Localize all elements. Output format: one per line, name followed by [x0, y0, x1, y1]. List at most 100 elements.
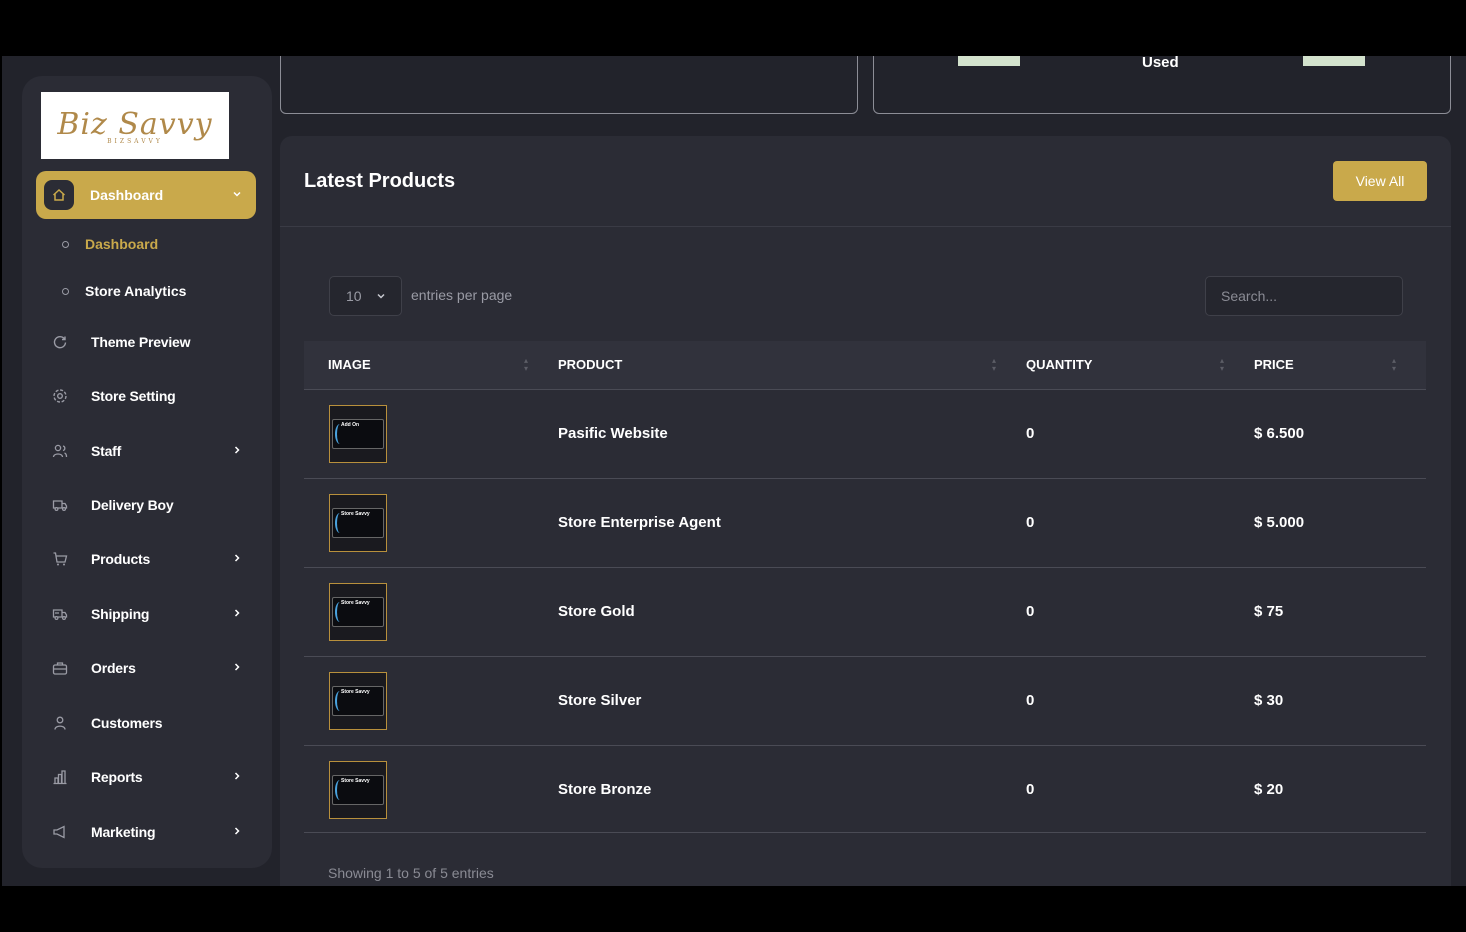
product-price: $ 20 — [1254, 781, 1284, 798]
entries-label: entries per page — [411, 287, 513, 303]
user-icon — [50, 713, 70, 733]
chart-icon — [50, 767, 70, 787]
divider — [304, 832, 1426, 833]
sort-icon[interactable]: ▴ ▾ — [524, 357, 528, 373]
product-quantity: 0 — [1026, 781, 1035, 798]
divider — [280, 226, 1451, 227]
sort-icon[interactable]: ▴ ▾ — [1220, 357, 1224, 373]
latest-products-panel: Latest Products View All 10 entries per … — [280, 136, 1451, 886]
logo-subtitle: BIZSAVVY — [107, 137, 163, 145]
used-label: Used — [1142, 56, 1179, 71]
sidebar-item-orders[interactable]: Orders — [50, 653, 250, 683]
sidebar-item-products[interactable]: Products — [50, 544, 250, 574]
thumbnail-text: Store Savvy — [341, 689, 370, 695]
sidebar-item-reports[interactable]: Reports — [50, 762, 250, 792]
sidebar-item-label: Store Setting — [91, 388, 176, 404]
entries-per-page-select[interactable]: 10 — [329, 276, 402, 316]
sidebar-item-label: Dashboard — [90, 187, 164, 203]
panel-title: Latest Products — [304, 170, 456, 192]
table-row[interactable]: Store Savvy Store Enterprise Agent 0 $ 5… — [304, 478, 1426, 567]
sidebar-item-label: Shipping — [91, 606, 150, 622]
product-price: $ 75 — [1254, 603, 1284, 620]
chevron-right-icon — [232, 659, 242, 677]
table-row[interactable]: Store Savvy Store Silver 0 $ 30 — [304, 656, 1426, 745]
stat-card-left — [280, 56, 858, 114]
sidebar-item-label: Delivery Boy — [91, 497, 174, 513]
chevron-down-icon — [376, 288, 386, 304]
sidebar-item-marketing[interactable]: Marketing — [50, 817, 250, 847]
thumbnail-text: Store Savvy — [341, 778, 370, 784]
chevron-right-icon — [232, 823, 242, 841]
product-thumbnail[interactable]: Store Savvy — [329, 583, 387, 641]
product-price: $ 30 — [1254, 692, 1284, 709]
subitem-label: Store Analytics — [85, 283, 187, 299]
subitem-dashboard[interactable]: Dashboard — [62, 236, 158, 252]
chevron-down-icon — [232, 186, 242, 204]
sidebar-item-label: Staff — [91, 443, 122, 459]
chevron-right-icon — [232, 768, 242, 786]
column-header-product[interactable]: PRODUCT — [558, 357, 622, 372]
gear-icon — [50, 386, 70, 406]
stat-card-right: Used — [873, 56, 1451, 114]
users-icon — [50, 441, 70, 461]
product-name: Store Enterprise Agent — [558, 514, 721, 531]
product-price: $ 6.500 — [1254, 425, 1305, 442]
thumbnail-text: Store Savvy — [341, 600, 370, 606]
bullet-icon — [62, 287, 69, 295]
sidebar-item-shipping[interactable]: Shipping — [50, 599, 250, 629]
product-name: Pasific Website — [558, 425, 668, 442]
table-row[interactable]: Store Savvy Store Bronze 0 $ 20 — [304, 745, 1426, 834]
product-price: $ 5.000 — [1254, 514, 1305, 531]
product-thumbnail[interactable]: Store Savvy — [329, 494, 387, 552]
app-screen: Biz Savvy BIZSAVVY Dashboard Dashboard S… — [2, 56, 1466, 886]
sidebar-item-dashboard[interactable]: Dashboard — [36, 171, 256, 219]
product-name: Store Bronze — [558, 781, 652, 798]
column-header-price[interactable]: PRICE — [1254, 357, 1294, 372]
sidebar-item-store-setting[interactable]: Store Setting — [50, 381, 250, 411]
product-quantity: 0 — [1026, 425, 1035, 442]
sidebar-item-label: Products — [91, 551, 151, 567]
briefcase-icon — [50, 658, 70, 678]
sort-icon[interactable]: ▴ ▾ — [992, 357, 996, 373]
product-thumbnail[interactable]: Store Savvy — [329, 761, 387, 819]
view-all-button[interactable]: View All — [1333, 161, 1427, 201]
search-input[interactable] — [1205, 276, 1403, 316]
sidebar-item-staff[interactable]: Staff — [50, 436, 250, 466]
sidebar-item-label: Marketing — [91, 824, 156, 840]
product-quantity: 0 — [1026, 603, 1035, 620]
progress-bar-stub — [1303, 56, 1365, 66]
sidebar-item-customers[interactable]: Customers — [50, 708, 250, 738]
home-icon — [44, 180, 74, 210]
sidebar: Biz Savvy BIZSAVVY Dashboard Dashboard S… — [22, 76, 272, 868]
sidebar-item-label: Orders — [91, 660, 136, 676]
megaphone-icon — [50, 822, 70, 842]
sidebar-item-label: Reports — [91, 769, 143, 785]
logo[interactable]: Biz Savvy BIZSAVVY — [41, 92, 229, 159]
column-header-image[interactable]: IMAGE — [328, 357, 371, 372]
sort-icon[interactable]: ▴ ▾ — [1392, 357, 1396, 373]
table-row[interactable]: Add On Pasific Website 0 $ 6.500 — [304, 389, 1426, 478]
progress-bar-stub — [958, 56, 1020, 66]
column-header-quantity[interactable]: QUANTITY — [1026, 357, 1092, 372]
product-name: Store Silver — [558, 692, 642, 709]
bullet-icon — [62, 240, 69, 248]
shipping-icon — [50, 604, 70, 624]
product-quantity: 0 — [1026, 514, 1035, 531]
table-row[interactable]: Store Savvy Store Gold 0 $ 75 — [304, 567, 1426, 656]
product-thumbnail[interactable]: Store Savvy — [329, 672, 387, 730]
sidebar-item-theme-preview[interactable]: Theme Preview — [50, 327, 250, 357]
thumbnail-text: Store Savvy — [341, 511, 370, 517]
cart-icon — [50, 549, 70, 569]
subitem-label: Dashboard — [85, 236, 159, 252]
product-name: Store Gold — [558, 603, 635, 620]
thumbnail-text: Add On — [341, 422, 360, 428]
chevron-right-icon — [232, 442, 242, 460]
subitem-store-analytics[interactable]: Store Analytics — [62, 283, 186, 299]
sidebar-item-delivery-boy[interactable]: Delivery Boy — [50, 490, 250, 520]
product-thumbnail[interactable]: Add On — [329, 405, 387, 463]
table-header: IMAGE ▴ ▾ PRODUCT ▴ ▾ QUANTITY ▴ ▾ PRICE ▴ ▾ — [304, 341, 1426, 389]
sidebar-item-label: Theme Preview — [91, 334, 191, 350]
sidebar-item-label: Customers — [91, 715, 163, 731]
entries-value: 10 — [346, 288, 362, 304]
chevron-right-icon — [232, 605, 242, 623]
